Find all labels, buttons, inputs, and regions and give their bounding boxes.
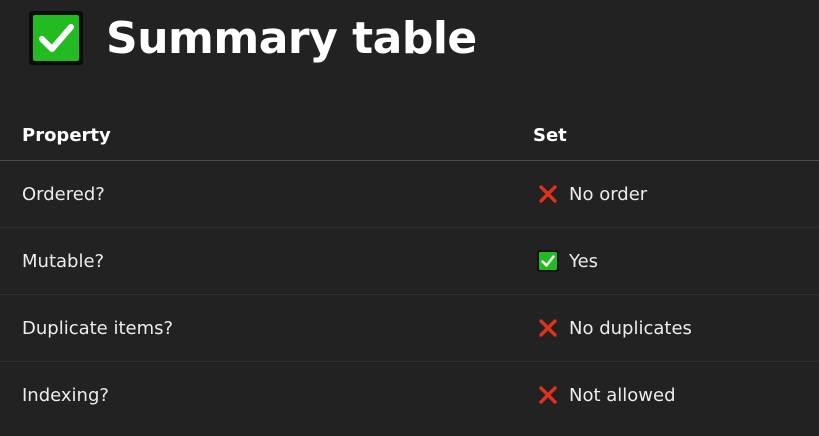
table-row: Duplicate items? No duplicates [0,294,819,362]
set-value: No duplicates [569,317,692,339]
table-row: Mutable? Yes [0,227,819,295]
set-cell: Yes [533,227,819,295]
property-cell: Mutable? [0,227,533,295]
property-cell: Indexing? [22,384,109,406]
property-cell: Ordered? [0,160,533,228]
cross-mark-icon [539,185,557,203]
set-cell: No order [533,160,819,228]
cross-mark-icon [539,319,557,337]
column-header-set: Set [533,110,819,161]
summary-table: Property Set Ordered? No order Mutable? [0,110,819,428]
set-value: No order [569,183,648,205]
cross-mark-icon [539,386,557,404]
table-row: Ordered? No order [0,160,819,228]
check-mark-button-icon [29,11,83,65]
property-cell: Duplicate items? [0,294,533,362]
summary-page: Summary table Property Set Ordered? No o… [0,0,819,436]
table-row: Indexing? Not allowed [0,362,819,429]
set-value: Not allowed [569,384,676,406]
set-cell: Not allowed [533,362,819,429]
page-title-row: Summary table [28,6,477,70]
table-header-row: Property Set [0,110,819,161]
check-mark-button-icon [537,250,559,272]
page-title: Summary table [106,12,477,64]
set-value: Yes [569,250,599,272]
set-cell: No duplicates [533,294,819,362]
column-header-property: Property [0,110,533,161]
